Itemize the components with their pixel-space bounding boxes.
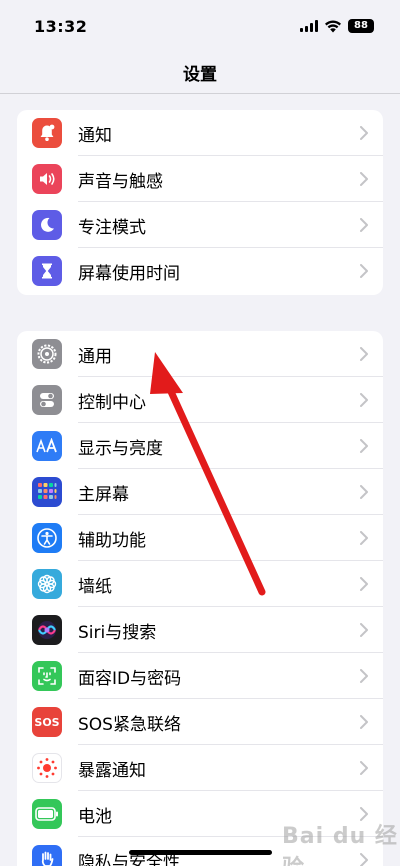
hand-icon bbox=[32, 845, 62, 866]
flower-icon bbox=[32, 569, 62, 599]
settings-group-2: 通用 控制中心 显示与亮度 主屏幕 辅助功能 墙纸 Siri与搜索 面容ID与密… bbox=[17, 331, 383, 866]
hourglass-icon bbox=[32, 256, 62, 286]
toggles-icon bbox=[32, 385, 62, 415]
settings-row-label: 通知 bbox=[78, 125, 112, 146]
chevron-right-icon bbox=[360, 264, 368, 278]
accessibility-icon bbox=[32, 523, 62, 553]
settings-row-display[interactable]: 显示与亮度 bbox=[17, 423, 383, 469]
exposure-icon bbox=[32, 753, 62, 783]
settings-row-label: 专注模式 bbox=[78, 217, 146, 238]
settings-group-1: 通知 声音与触感 专注模式 屏幕使用时间 bbox=[17, 110, 383, 295]
home-indicator[interactable] bbox=[129, 850, 272, 855]
chevron-right-icon bbox=[360, 761, 368, 775]
siri-icon bbox=[32, 615, 62, 645]
battery-icon bbox=[32, 799, 62, 829]
bell-icon bbox=[32, 118, 62, 148]
settings-row-siri[interactable]: Siri与搜索 bbox=[17, 607, 383, 653]
battery-indicator: 88 bbox=[348, 19, 374, 33]
status-time: 13:32 bbox=[34, 16, 88, 36]
settings-row-screen-time[interactable]: 屏幕使用时间 bbox=[17, 248, 383, 294]
settings-row-label: 屏幕使用时间 bbox=[78, 263, 180, 284]
settings-row-label: Siri与搜索 bbox=[78, 622, 157, 643]
status-bar: 13:32 88 bbox=[0, 0, 400, 52]
chevron-right-icon bbox=[360, 577, 368, 591]
page-title: 设置 bbox=[183, 65, 217, 85]
status-icons: 88 bbox=[300, 19, 374, 33]
settings-row-label: 辅助功能 bbox=[78, 530, 146, 551]
chevron-right-icon bbox=[360, 172, 368, 186]
chevron-right-icon bbox=[360, 218, 368, 232]
chevron-right-icon bbox=[360, 126, 368, 140]
settings-row-label: 通用 bbox=[78, 346, 112, 367]
settings-row-control-center[interactable]: 控制中心 bbox=[17, 377, 383, 423]
settings-row-exposure[interactable]: 暴露通知 bbox=[17, 745, 383, 791]
settings-row-label: 墙纸 bbox=[78, 576, 112, 597]
cellular-signal-icon bbox=[300, 20, 318, 32]
settings-row-emergency-sos[interactable]: SOS SOS紧急联络 bbox=[17, 699, 383, 745]
text-size-icon bbox=[32, 431, 62, 461]
settings-row-notifications[interactable]: 通知 bbox=[17, 110, 383, 156]
chevron-right-icon bbox=[360, 393, 368, 407]
settings-row-home-screen[interactable]: 主屏幕 bbox=[17, 469, 383, 515]
navigation-bar: 设置 bbox=[0, 52, 400, 94]
chevron-right-icon bbox=[360, 669, 368, 683]
settings-row-label: 声音与触感 bbox=[78, 171, 163, 192]
chevron-right-icon bbox=[360, 485, 368, 499]
settings-row-focus[interactable]: 专注模式 bbox=[17, 202, 383, 248]
settings-row-face-id[interactable]: 面容ID与密码 bbox=[17, 653, 383, 699]
faceid-icon bbox=[32, 661, 62, 691]
speaker-icon bbox=[32, 164, 62, 194]
settings-row-label: 暴露通知 bbox=[78, 760, 146, 781]
settings-row-label: SOS紧急联络 bbox=[78, 714, 181, 735]
sos-icon: SOS bbox=[32, 707, 62, 737]
chevron-right-icon bbox=[360, 623, 368, 637]
settings-row-sounds[interactable]: 声音与触感 bbox=[17, 156, 383, 202]
settings-row-wallpaper[interactable]: 墙纸 bbox=[17, 561, 383, 607]
wifi-icon bbox=[325, 20, 341, 33]
settings-row-general[interactable]: 通用 bbox=[17, 331, 383, 377]
chevron-right-icon bbox=[360, 715, 368, 729]
settings-row-label: 电池 bbox=[78, 806, 112, 827]
settings-row-label: 面容ID与密码 bbox=[78, 668, 182, 689]
settings-row-label: 显示与亮度 bbox=[78, 438, 163, 459]
baidu-watermark: Bai du 经验 bbox=[282, 824, 398, 866]
settings-row-label: 主屏幕 bbox=[78, 484, 129, 505]
chevron-right-icon bbox=[360, 439, 368, 453]
gear-icon bbox=[32, 339, 62, 369]
chevron-right-icon bbox=[360, 531, 368, 545]
moon-icon bbox=[32, 210, 62, 240]
home-grid-icon bbox=[32, 477, 62, 507]
settings-row-accessibility[interactable]: 辅助功能 bbox=[17, 515, 383, 561]
chevron-right-icon bbox=[360, 347, 368, 361]
settings-row-label: 控制中心 bbox=[78, 392, 146, 413]
